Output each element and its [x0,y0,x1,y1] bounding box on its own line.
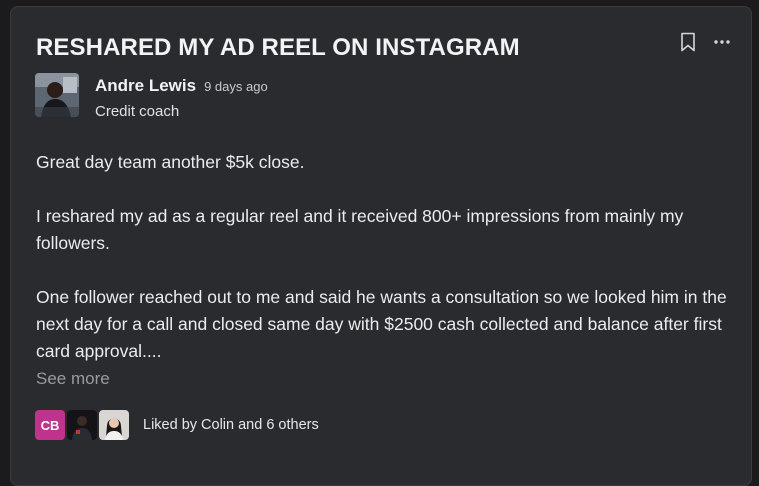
author-line: Andre Lewis 9 days ago [95,76,268,96]
post-paragraph: Great day team another $5k close. [36,152,305,172]
post-paragraph: I reshared my ad as a regular reel and i… [36,206,684,253]
author-avatar[interactable] [35,73,79,117]
post-title: RESHARED MY AD REEL ON INSTAGRAM [36,34,520,61]
author-name[interactable]: Andre Lewis [95,76,196,96]
post-body: Great day team another $5k close. I resh… [36,149,736,392]
more-horizontal-icon[interactable] [711,31,733,53]
post-card: RESHARED MY AD REEL ON INSTAGRAM Andre L… [10,6,752,486]
liker-avatar-initials: CB [35,410,65,440]
author-meta: Andre Lewis 9 days ago Credit coach [95,76,268,120]
liker-avatar [99,410,129,440]
liker-avatars[interactable]: CB [35,410,131,440]
post-paragraph: One follower reached out to me and said … [36,287,727,361]
likes-row: CB Liked by Colin and 6 others [35,410,319,440]
author-row: Andre Lewis 9 days ago Credit coach [35,73,268,120]
liker-avatar [67,410,97,440]
bookmark-icon[interactable] [677,31,699,53]
post-actions [677,31,733,53]
see-more-link[interactable]: See more [36,365,736,392]
likes-text[interactable]: Liked by Colin and 6 others [143,417,319,433]
post-timestamp: 9 days ago [204,79,268,94]
author-role: Credit coach [95,103,180,120]
